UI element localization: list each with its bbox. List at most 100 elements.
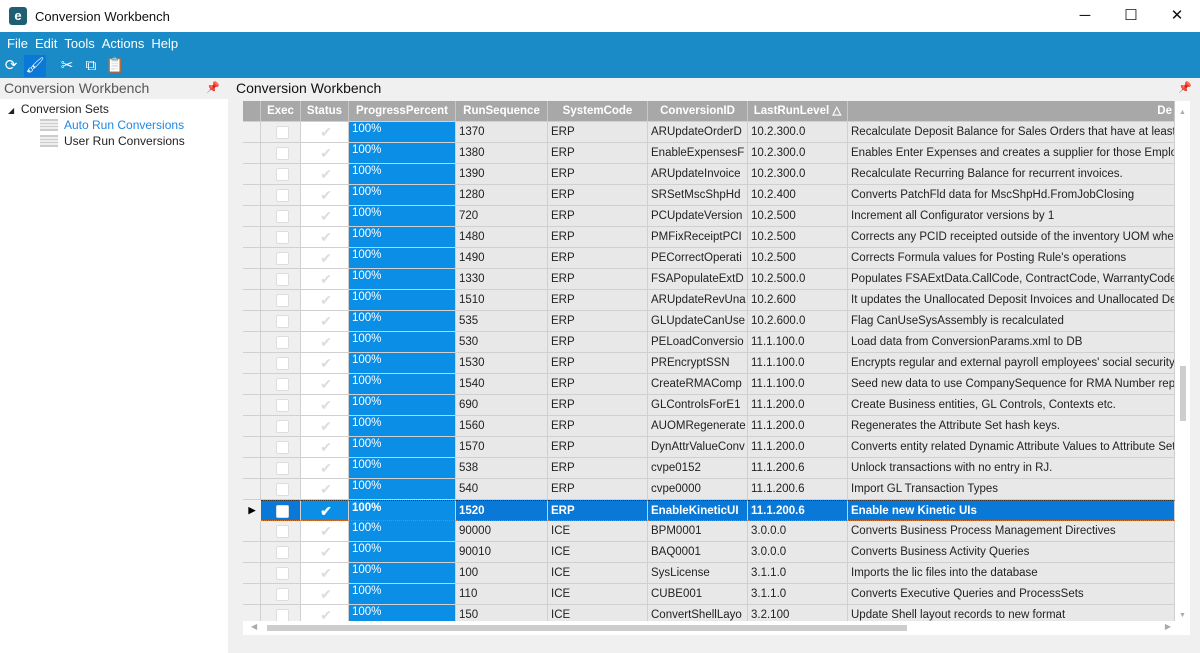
horizontal-scroll-thumb[interactable] xyxy=(267,625,907,631)
scroll-down-icon[interactable]: ▼ xyxy=(1179,612,1186,619)
lastrunlevel-cell: 10.2.300.0 xyxy=(748,122,848,143)
table-row[interactable]: ✔ 100% 1530 ERP PREncryptSSN 11.1.100.0 Encryp… xyxy=(243,353,1175,374)
table-row[interactable]: ✔ 100% 690 ERP GLControlsForE1 11.1.200.0 Crea… xyxy=(243,395,1175,416)
expand-triangle-icon[interactable]: ◢ xyxy=(8,106,14,115)
cut-icon[interactable]: ✂ xyxy=(56,55,78,77)
column-header-description[interactable]: De xyxy=(848,101,1175,122)
exec-checkbox[interactable] xyxy=(275,420,289,433)
exec-checkbox[interactable] xyxy=(275,168,289,181)
exec-checkbox[interactable] xyxy=(275,441,289,454)
exec-checkbox[interactable] xyxy=(275,378,289,391)
table-row[interactable]: ✔ 100% 540 ERP cvpe0000 11.1.200.6 Import GL T… xyxy=(243,479,1175,500)
exec-checkbox[interactable] xyxy=(275,210,289,223)
close-button[interactable]: ✕ xyxy=(1154,0,1200,32)
exec-checkbox[interactable] xyxy=(275,189,289,202)
table-row[interactable]: ✔ 100% 1480 ERP PMFixReceiptPCI 10.2.500 Corre… xyxy=(243,227,1175,248)
exec-checkbox[interactable] xyxy=(275,505,289,518)
column-header-runsequence[interactable]: RunSequence xyxy=(456,101,548,122)
horizontal-scrollbar[interactable]: ◀ ▶ xyxy=(243,621,1175,635)
exec-cell xyxy=(261,521,301,542)
tree-item-auto-run[interactable]: Auto Run Conversions xyxy=(0,117,228,133)
column-header-conversionid[interactable]: ConversionID xyxy=(648,101,748,122)
scroll-left-icon[interactable]: ◀ xyxy=(251,622,257,631)
tree-node-conversion-sets[interactable]: ◢ Conversion Sets xyxy=(0,101,228,117)
folder-icon xyxy=(40,135,58,147)
description-cell: Populates FSAExtData.CallCode, ContractC… xyxy=(848,269,1175,290)
table-row[interactable]: ✔ 100% 1560 ERP AUOMRegenerate 11.1.200.0 Rege… xyxy=(243,416,1175,437)
table-row[interactable]: ✔ 100% 90010 ICE BAQ0001 3.0.0.0 Converts Busi… xyxy=(243,542,1175,563)
exec-checkbox[interactable] xyxy=(275,525,289,538)
copy-icon[interactable]: ⧉ xyxy=(80,55,102,77)
table-row[interactable]: ✔ 100% 90000 ICE BPM0001 3.0.0.0 Converts Busi… xyxy=(243,521,1175,542)
table-row[interactable]: ✔ 100% 1570 ERP DynAttrValueConv 11.1.200.0 Co… xyxy=(243,437,1175,458)
table-row[interactable]: ✔ 100% 1390 ERP ARUpdateInvoice 10.2.300.0 Rec… xyxy=(243,164,1175,185)
table-row[interactable]: ▶ ✔ 100% 1520 ERP EnableKineticUI 11.1.200.6 En… xyxy=(243,500,1175,521)
table-row[interactable]: ✔ 100% 530 ERP PELoadConversio 11.1.100.0 Load… xyxy=(243,332,1175,353)
table-row[interactable]: ✔ 100% 1330 ERP FSAPopulateExtD 10.2.500.0 Pop… xyxy=(243,269,1175,290)
exec-checkbox[interactable] xyxy=(275,273,289,286)
exec-checkbox[interactable] xyxy=(275,546,289,559)
table-row[interactable]: ✔ 100% 720 ERP PCUpdateVersion 10.2.500 Increm… xyxy=(243,206,1175,227)
left-panel-title: Conversion Workbench xyxy=(4,80,150,96)
pin-icon[interactable]: 📌 xyxy=(206,78,220,99)
description-cell: Encrypts regular and external payroll em… xyxy=(848,353,1175,374)
lastrunlevel-cell: 11.1.200.0 xyxy=(748,437,848,458)
status-cell: ✔ xyxy=(301,437,349,458)
scroll-right-icon[interactable]: ▶ xyxy=(1165,622,1171,631)
tree-item-user-run[interactable]: User Run Conversions xyxy=(0,133,228,149)
exec-checkbox[interactable] xyxy=(275,294,289,307)
refresh-icon[interactable]: ⟳ xyxy=(0,55,22,77)
vertical-scrollbar[interactable]: ▲ ▼ xyxy=(1175,101,1190,621)
scroll-up-icon[interactable]: ▲ xyxy=(1175,109,1190,116)
menu-actions[interactable]: Actions xyxy=(102,36,145,51)
pin-icon[interactable]: 📌 xyxy=(1178,78,1192,99)
column-header-lastrunlevel[interactable]: LastRunLevel △ xyxy=(748,101,848,122)
exec-checkbox[interactable] xyxy=(275,336,289,349)
row-indicator xyxy=(243,206,261,227)
table-row[interactable]: ✔ 100% 1280 ERP SRSetMscShpHd 10.2.400 Convert… xyxy=(243,185,1175,206)
row-indicator xyxy=(243,269,261,290)
table-row[interactable]: ✔ 100% 100 ICE SysLicense 3.1.1.0 Imports the … xyxy=(243,563,1175,584)
vertical-scroll-thumb[interactable] xyxy=(1180,366,1186,421)
row-indicator-header xyxy=(243,101,261,122)
description-cell: It updates the Unallocated Deposit Invoi… xyxy=(848,290,1175,311)
table-row[interactable]: ✔ 100% 110 ICE CUBE001 3.1.1.0 Converts Execut… xyxy=(243,584,1175,605)
column-header-systemcode[interactable]: SystemCode xyxy=(548,101,648,122)
exec-checkbox[interactable] xyxy=(275,483,289,496)
exec-checkbox[interactable] xyxy=(275,399,289,412)
column-header-exec[interactable]: Exec xyxy=(261,101,301,122)
table-row[interactable]: ✔ 100% 1540 ERP CreateRMAComp 11.1.100.0 Seed … xyxy=(243,374,1175,395)
exec-checkbox[interactable] xyxy=(275,315,289,328)
exec-checkbox[interactable] xyxy=(275,126,289,139)
exec-checkbox[interactable] xyxy=(275,357,289,370)
description-cell: Unlock transactions with no entry in RJ. xyxy=(848,458,1175,479)
menu-help[interactable]: Help xyxy=(151,36,178,51)
paste-icon[interactable]: 📋 xyxy=(104,55,126,77)
clear-broom-icon[interactable]: 🖌 xyxy=(24,55,46,77)
table-row[interactable]: ✔ 100% 535 ERP GLUpdateCanUse 10.2.600.0 Flag … xyxy=(243,311,1175,332)
status-cell: ✔ xyxy=(301,416,349,437)
menu-file[interactable]: File xyxy=(7,36,28,51)
minimize-button[interactable]: ─ xyxy=(1062,0,1108,32)
table-row[interactable]: ✔ 100% 1370 ERP ARUpdateOrderD 10.2.300.0 Reca… xyxy=(243,122,1175,143)
exec-checkbox[interactable] xyxy=(275,462,289,475)
systemcode-cell: ERP xyxy=(548,290,648,311)
exec-checkbox[interactable] xyxy=(275,567,289,580)
column-header-status[interactable]: Status xyxy=(301,101,349,122)
column-header-progress[interactable]: ProgressPercent xyxy=(349,101,456,122)
table-row[interactable]: ✔ 100% 1510 ERP ARUpdateRevUna 10.2.600 It upd… xyxy=(243,290,1175,311)
exec-checkbox[interactable] xyxy=(275,588,289,601)
progress-cell: 100% xyxy=(349,521,456,542)
table-row[interactable]: ✔ 100% 538 ERP cvpe0152 11.1.200.6 Unlock tran… xyxy=(243,458,1175,479)
maximize-button[interactable]: ☐ xyxy=(1108,0,1154,32)
exec-checkbox[interactable] xyxy=(275,231,289,244)
table-row[interactable]: ✔ 100% 1380 ERP EnableExpensesF 10.2.300.0 Ena… xyxy=(243,143,1175,164)
menu-tools[interactable]: Tools xyxy=(64,36,94,51)
conversionid-cell: GLControlsForE1 xyxy=(648,395,748,416)
menu-edit[interactable]: Edit xyxy=(35,36,57,51)
exec-checkbox[interactable] xyxy=(275,252,289,265)
exec-checkbox[interactable] xyxy=(275,147,289,160)
table-row[interactable]: ✔ 100% 1490 ERP PECorrectOperati 10.2.500 Corr… xyxy=(243,248,1175,269)
left-panel-header: Conversion Workbench 📌 xyxy=(0,78,228,99)
systemcode-cell: ERP xyxy=(548,164,648,185)
